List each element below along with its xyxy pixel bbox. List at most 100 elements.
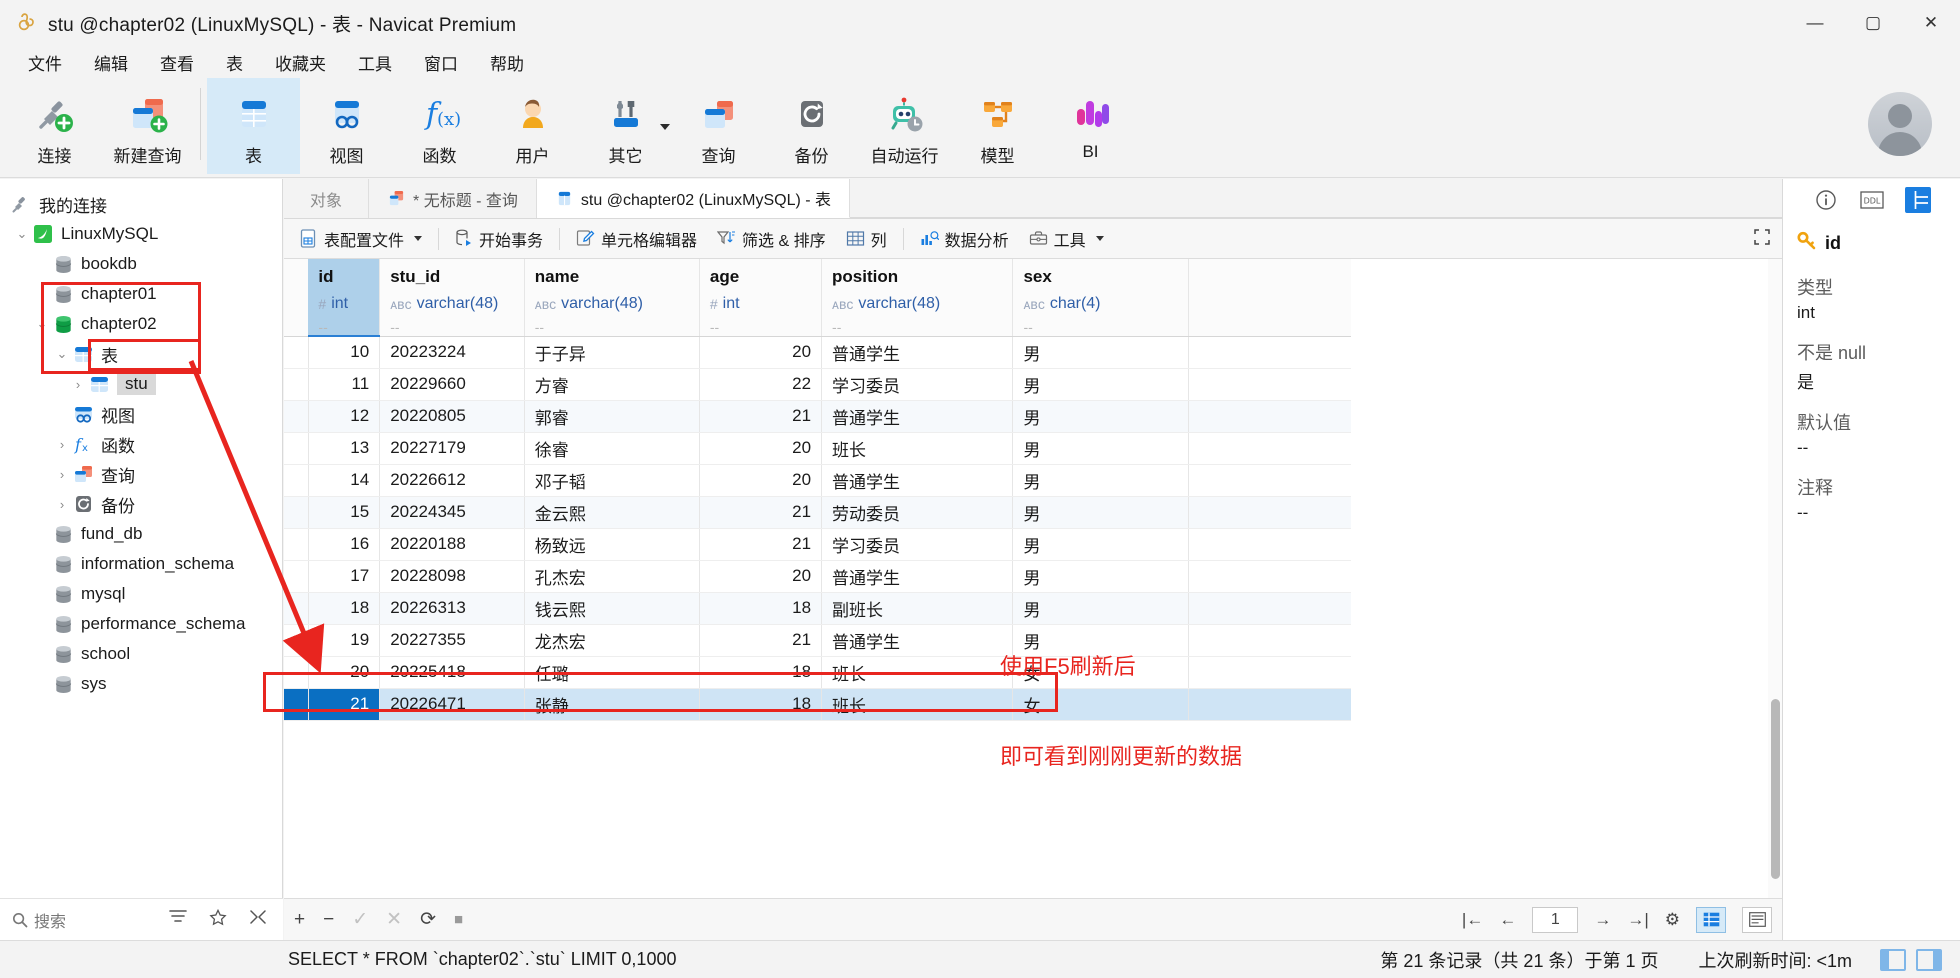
search-input[interactable]: 搜索 (12, 908, 66, 932)
cell-name[interactable]: 徐睿 (524, 432, 700, 465)
cell-sex[interactable]: 男 (1012, 560, 1189, 593)
sidebar-item-school[interactable]: school (0, 639, 282, 669)
cell-position[interactable]: 普通学生 (821, 336, 1014, 369)
cell-position[interactable]: 普通学生 (821, 560, 1014, 593)
cell-position[interactable]: 班长 (821, 432, 1014, 465)
column-header-sex[interactable]: sex ᴀʙc char(4) -- (1012, 259, 1189, 337)
cell-position[interactable]: 学习委员 (821, 528, 1014, 561)
row-gutter[interactable] (284, 656, 309, 689)
table-row[interactable]: 10 20223224 于子异 20 普通学生 男 (284, 336, 1351, 369)
chevron-down-icon[interactable] (660, 124, 670, 130)
cell-position[interactable]: 班长 (821, 656, 1014, 689)
cell-name[interactable]: 金云熙 (524, 496, 700, 529)
cell-stu-id[interactable]: 20229660 (379, 368, 525, 401)
sidebar-item-bookdb[interactable]: bookdb (0, 249, 282, 279)
cell-stu-id[interactable]: 20223224 (379, 336, 525, 369)
cell-name[interactable]: 孔杰宏 (524, 560, 700, 593)
cell-position[interactable]: 学习委员 (821, 368, 1014, 401)
cell-sex[interactable]: 男 (1012, 464, 1189, 497)
delete-record-button[interactable]: − (323, 909, 334, 931)
cell-age[interactable]: 18 (699, 592, 823, 625)
scrollbar-thumb[interactable] (1771, 699, 1780, 879)
row-gutter[interactable] (284, 496, 309, 529)
columns-button[interactable]: 列 (836, 224, 897, 254)
cell-name[interactable]: 钱云熙 (524, 592, 700, 625)
menu-tools[interactable]: 工具 (342, 47, 408, 78)
sidebar-item-tables-folder[interactable]: ⌄ 表 (0, 339, 282, 369)
row-gutter[interactable] (284, 528, 309, 561)
cell-id[interactable]: 11 (308, 368, 381, 401)
cell-name[interactable]: 龙杰宏 (524, 624, 700, 657)
cell-name[interactable]: 方睿 (524, 368, 700, 401)
row-gutter[interactable] (284, 624, 309, 657)
cell-age[interactable]: 18 (699, 656, 823, 689)
cell-editor-button[interactable]: 单元格编辑器 (566, 224, 707, 254)
cell-age[interactable]: 21 (699, 400, 823, 433)
toolbar-view[interactable]: 视图 (300, 78, 393, 174)
data-analysis-button[interactable]: 数据分析 (910, 224, 1019, 254)
sidebar-item-performance-schema[interactable]: performance_schema (0, 609, 282, 639)
cell-name[interactable]: 杨致远 (524, 528, 700, 561)
fields-icon[interactable] (1904, 187, 1931, 213)
cell-stu-id[interactable]: 20226612 (379, 464, 525, 497)
menu-help[interactable]: 帮助 (474, 47, 540, 78)
menu-window[interactable]: 窗口 (408, 47, 474, 78)
cell-sex[interactable]: 男 (1012, 432, 1189, 465)
cell-position[interactable]: 副班长 (821, 592, 1014, 625)
chevron-right-icon[interactable]: › (52, 437, 72, 452)
cell-sex[interactable]: 男 (1012, 368, 1189, 401)
cell-age[interactable]: 20 (699, 432, 823, 465)
ddl-icon[interactable]: DDL (1859, 187, 1885, 213)
cancel-change-button[interactable]: ✕ (386, 908, 402, 931)
toolbar-table[interactable]: 表 (207, 78, 300, 174)
cell-id[interactable]: 15 (308, 496, 381, 529)
first-page-button[interactable]: |← (1462, 910, 1483, 930)
info-icon[interactable] (1813, 187, 1839, 213)
cell-name[interactable]: 郭睿 (524, 400, 700, 433)
fullscreen-icon[interactable] (1754, 228, 1770, 249)
cell-id[interactable]: 19 (308, 624, 381, 657)
cell-position[interactable]: 普通学生 (821, 624, 1014, 657)
cell-name[interactable]: 于子异 (524, 336, 700, 369)
column-header-name[interactable]: name ᴀʙc varchar(48) -- (524, 259, 700, 337)
table-row[interactable]: 17 20228098 孔杰宏 20 普通学生 男 (284, 560, 1351, 593)
toggle-left-pane-icon[interactable] (1880, 948, 1906, 971)
page-settings-button[interactable]: ⚙ (1665, 910, 1680, 930)
maximize-button[interactable]: ▢ (1844, 0, 1902, 46)
cell-id[interactable]: 17 (308, 560, 381, 593)
toolbar-others[interactable]: 其它 (579, 78, 672, 174)
chevron-down-icon[interactable]: ⌄ (12, 226, 32, 242)
toolbar-automation[interactable]: 自动运行 (858, 78, 951, 174)
row-gutter[interactable] (284, 688, 309, 721)
row-gutter[interactable] (284, 400, 309, 433)
sidebar-item-sys[interactable]: sys (0, 669, 282, 699)
tab-stu-table[interactable]: stu @chapter02 (LinuxMySQL) - 表 (536, 179, 851, 218)
toolbar-model[interactable]: 模型 (951, 78, 1044, 174)
table-row[interactable]: 12 20220805 郭睿 21 普通学生 男 (284, 400, 1351, 433)
cell-stu-id[interactable]: 20228098 (379, 560, 525, 593)
collapse-icon[interactable] (249, 909, 267, 931)
sidebar-item-information-schema[interactable]: information_schema (0, 549, 282, 579)
column-header-stu-id[interactable]: stu_id ᴀʙc varchar(48) -- (379, 259, 525, 337)
cell-position[interactable]: 普通学生 (821, 464, 1014, 497)
cell-sex[interactable]: 男 (1012, 400, 1189, 433)
column-header-age[interactable]: age # int -- (699, 259, 823, 337)
menu-view[interactable]: 查看 (144, 47, 210, 78)
cell-age[interactable]: 20 (699, 464, 823, 497)
cell-id[interactable]: 20 (308, 656, 381, 689)
cell-age[interactable]: 20 (699, 560, 823, 593)
cell-id[interactable]: 10 (308, 336, 381, 369)
cell-name[interactable]: 张静 (524, 688, 700, 721)
sidebar-item-backups-folder[interactable]: › 备份 (0, 489, 282, 519)
user-avatar[interactable] (1868, 92, 1932, 156)
add-record-button[interactable]: + (294, 909, 305, 931)
cell-stu-id[interactable]: 20220188 (379, 528, 525, 561)
table-row[interactable]: 13 20227179 徐睿 20 班长 男 (284, 432, 1351, 465)
grid-vertical-scrollbar[interactable] (1768, 259, 1782, 898)
toolbar-function[interactable]: f (x) 函数 (393, 78, 486, 174)
cell-age[interactable]: 21 (699, 496, 823, 529)
table-row[interactable]: 16 20220188 杨致远 21 学习委员 男 (284, 528, 1351, 561)
toolbar-backup[interactable]: 备份 (765, 78, 858, 174)
cell-stu-id[interactable]: 20220805 (379, 400, 525, 433)
filter-icon[interactable] (169, 909, 187, 931)
